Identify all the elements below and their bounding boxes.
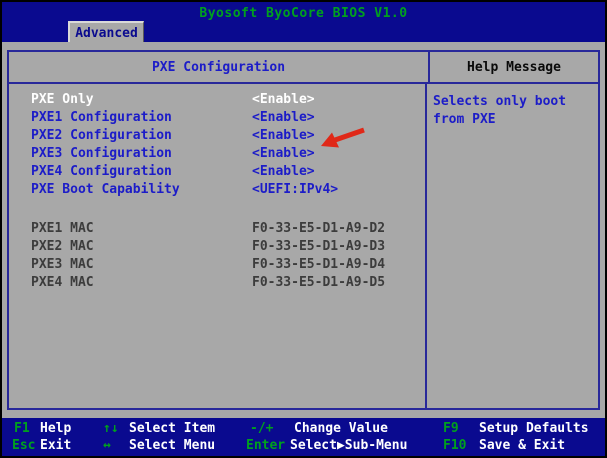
info-label: PXE4 MAC: [31, 276, 252, 289]
bios-title: Byosoft ByoCore BIOS V1.0: [2, 7, 605, 20]
setting-value[interactable]: <Enable>: [252, 111, 315, 124]
info-row-pxe3-mac: PXE3 MAC F0-33-E5-D1-A9-D4: [9, 258, 425, 276]
key-enter-label: Select▶Sub-Menu: [290, 439, 407, 452]
info-row-pxe4-mac: PXE4 MAC F0-33-E5-D1-A9-D5: [9, 276, 425, 294]
setting-label: PXE4 Configuration: [31, 165, 252, 178]
setting-label: PXE Boot Capability: [31, 183, 252, 196]
setting-row-pxe2-configuration[interactable]: PXE2 Configuration <Enable>: [9, 129, 425, 147]
box-body: PXE Only <Enable> PXE1 Configuration <En…: [9, 84, 598, 408]
setting-label: PXE Only: [31, 93, 252, 106]
mac-address-block: PXE1 MAC F0-33-E5-D1-A9-D2 PXE2 MAC F0-3…: [9, 222, 425, 294]
workarea: PXE Configuration Help Message PXE Only …: [2, 42, 605, 419]
key-esc-label: Exit: [40, 439, 71, 452]
setting-label: PXE1 Configuration: [31, 111, 252, 124]
info-label: PXE1 MAC: [31, 222, 252, 235]
page-title: PXE Configuration: [9, 52, 430, 82]
setting-value[interactable]: <UEFI:IPv4>: [252, 183, 338, 196]
key-f1: F1: [14, 422, 30, 435]
setting-label: PXE3 Configuration: [31, 147, 252, 160]
key-f9-label: Setup Defaults: [479, 422, 589, 435]
help-text: Selects only boot from PXE: [433, 93, 593, 129]
info-value: F0-33-E5-D1-A9-D3: [252, 240, 385, 253]
setting-value[interactable]: <Enable>: [252, 147, 315, 160]
key-updown-label: Select Item: [129, 422, 215, 435]
settings-box: PXE Configuration Help Message PXE Only …: [7, 50, 600, 410]
box-header: PXE Configuration Help Message: [9, 52, 598, 84]
setting-value[interactable]: <Enable>: [252, 129, 315, 142]
info-row-pxe1-mac: PXE1 MAC F0-33-E5-D1-A9-D2: [9, 222, 425, 240]
help-panel: Selects only boot from PXE: [427, 84, 598, 408]
setting-row-pxe4-configuration[interactable]: PXE4 Configuration <Enable>: [9, 165, 425, 183]
key-esc: Esc: [12, 439, 35, 452]
key-help-bar: F1 Help ↑↓ Select Item -/+ Change Value …: [2, 418, 605, 456]
setting-row-pxe-boot-capability[interactable]: PXE Boot Capability <UEFI:IPv4>: [9, 183, 425, 201]
info-row-pxe2-mac: PXE2 MAC F0-33-E5-D1-A9-D3: [9, 240, 425, 258]
setting-row-pxe-only[interactable]: PXE Only <Enable>: [9, 93, 425, 111]
key-leftright: ↔: [103, 439, 111, 452]
key-leftright-label: Select Menu: [129, 439, 215, 452]
setting-value[interactable]: <Enable>: [252, 165, 315, 178]
setting-row-pxe3-configuration[interactable]: PXE3 Configuration <Enable>: [9, 147, 425, 165]
setting-label: PXE2 Configuration: [31, 129, 252, 142]
settings-list: PXE Only <Enable> PXE1 Configuration <En…: [9, 84, 427, 408]
key-f10: F10: [443, 439, 466, 452]
key-enter: Enter: [246, 439, 285, 452]
info-value: F0-33-E5-D1-A9-D4: [252, 258, 385, 271]
key-f10-label: Save & Exit: [479, 439, 565, 452]
info-value: F0-33-E5-D1-A9-D2: [252, 222, 385, 235]
info-value: F0-33-E5-D1-A9-D5: [252, 276, 385, 289]
key-minus-plus: -/+: [250, 422, 273, 435]
bios-screen: Byosoft ByoCore BIOS V1.0 Advanced PXE C…: [0, 0, 607, 458]
info-label: PXE2 MAC: [31, 240, 252, 253]
setting-row-pxe1-configuration[interactable]: PXE1 Configuration <Enable>: [9, 111, 425, 129]
help-panel-title: Help Message: [430, 52, 598, 82]
key-updown: ↑↓: [103, 422, 119, 435]
key-f1-label: Help: [40, 422, 71, 435]
key-f9: F9: [443, 422, 459, 435]
setting-value[interactable]: <Enable>: [252, 93, 315, 106]
info-label: PXE3 MAC: [31, 258, 252, 271]
key-minus-plus-label: Change Value: [294, 422, 388, 435]
tab-advanced[interactable]: Advanced: [68, 21, 144, 42]
